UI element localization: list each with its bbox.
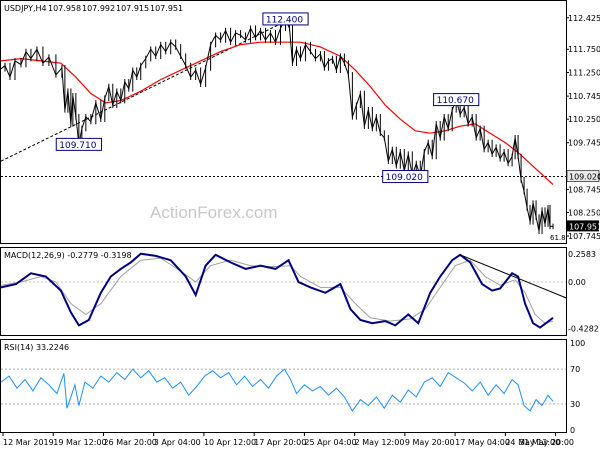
price-ytick-label: 111.750 xyxy=(568,45,600,54)
price-ytick-label: 110.250 xyxy=(568,115,600,124)
x-tick-label: 26 Mar 20:00 xyxy=(103,438,156,447)
price-header-close: 107.951 xyxy=(150,4,183,13)
price-header-symbol: USDJPY,H4 xyxy=(4,4,47,13)
price-ytick-label: 109.745 xyxy=(568,139,600,148)
x-tick-label: 3 Apr 04:00 xyxy=(154,438,201,447)
x-tick-label: 31 May 20:00 xyxy=(519,438,574,447)
price-callout-label: 109.710 xyxy=(59,141,96,151)
price-ytick-label: 110.745 xyxy=(568,92,600,101)
rsi-panel-border xyxy=(0,339,567,433)
price-callout-label: 112.400 xyxy=(266,15,303,25)
rsi-ytick-label: 100 xyxy=(570,339,585,348)
x-tick-label: 10 Apr 12:00 xyxy=(204,438,256,447)
price-ytick-label: 108.250 xyxy=(568,208,600,217)
macd-ytick-label: 0.00 xyxy=(568,278,586,287)
moving-average-line xyxy=(0,41,554,185)
chart-svg: ActionForex.com USDJPY,H4 107.958 107.99… xyxy=(0,0,600,447)
x-tick-label: 12 Mar 2019 xyxy=(3,438,54,447)
rsi-header: RSI(14) 33.2246 xyxy=(4,343,69,352)
rsi-panel xyxy=(0,368,566,412)
price-header-low: 107.915 xyxy=(116,4,149,13)
macd-line xyxy=(0,252,554,329)
level-price-label: 109.020 xyxy=(569,173,600,182)
x-tick-label: 17 May 04:00 xyxy=(455,438,510,447)
price-ytick-label: 108.745 xyxy=(568,185,600,194)
fib-label: 61.8 xyxy=(550,234,566,242)
price-header-high: 107.992 xyxy=(82,4,115,13)
price-ytick-label: 112.425 xyxy=(568,14,600,23)
x-tick-label: 17 Apr 20:00 xyxy=(254,438,306,447)
rsi-line xyxy=(0,368,554,412)
rsi-ytick-label: 70 xyxy=(570,365,580,374)
macd-ytick-label: -0.4282 xyxy=(568,324,599,333)
macd-ytick-label: 0.2583 xyxy=(568,250,596,259)
macd-trendline xyxy=(459,254,568,299)
x-tick-label: 2 May 12:00 xyxy=(355,438,405,447)
current-price-label: 107.951 xyxy=(569,222,600,231)
x-tick-label: 9 May 20:00 xyxy=(405,438,455,447)
price-ytick-label: 111.250 xyxy=(568,69,600,78)
price-panel: 112.400 110.670 109.710 109.020 xyxy=(0,12,566,234)
chart-figure: ActionForex.com USDJPY,H4 107.958 107.99… xyxy=(0,0,600,450)
x-tick-label: 19 Mar 12:00 xyxy=(53,438,106,447)
price-callout-label: 109.020 xyxy=(386,173,423,183)
rsi-ytick-label: 30 xyxy=(570,400,580,409)
macd-panel xyxy=(0,252,568,329)
macd-header: MACD(12,26,9) -0.2779 -0.3198 xyxy=(4,251,132,260)
price-header-open: 107.958 xyxy=(48,4,81,13)
watermark: ActionForex.com xyxy=(150,203,278,222)
price-trendline xyxy=(0,18,291,162)
x-tick-label: 25 Apr 04:00 xyxy=(304,438,356,447)
price-callout-label: 110.670 xyxy=(437,96,474,106)
price-ytick-label: 107.745 xyxy=(568,232,600,241)
rsi-ytick-label: 0 xyxy=(570,426,575,435)
